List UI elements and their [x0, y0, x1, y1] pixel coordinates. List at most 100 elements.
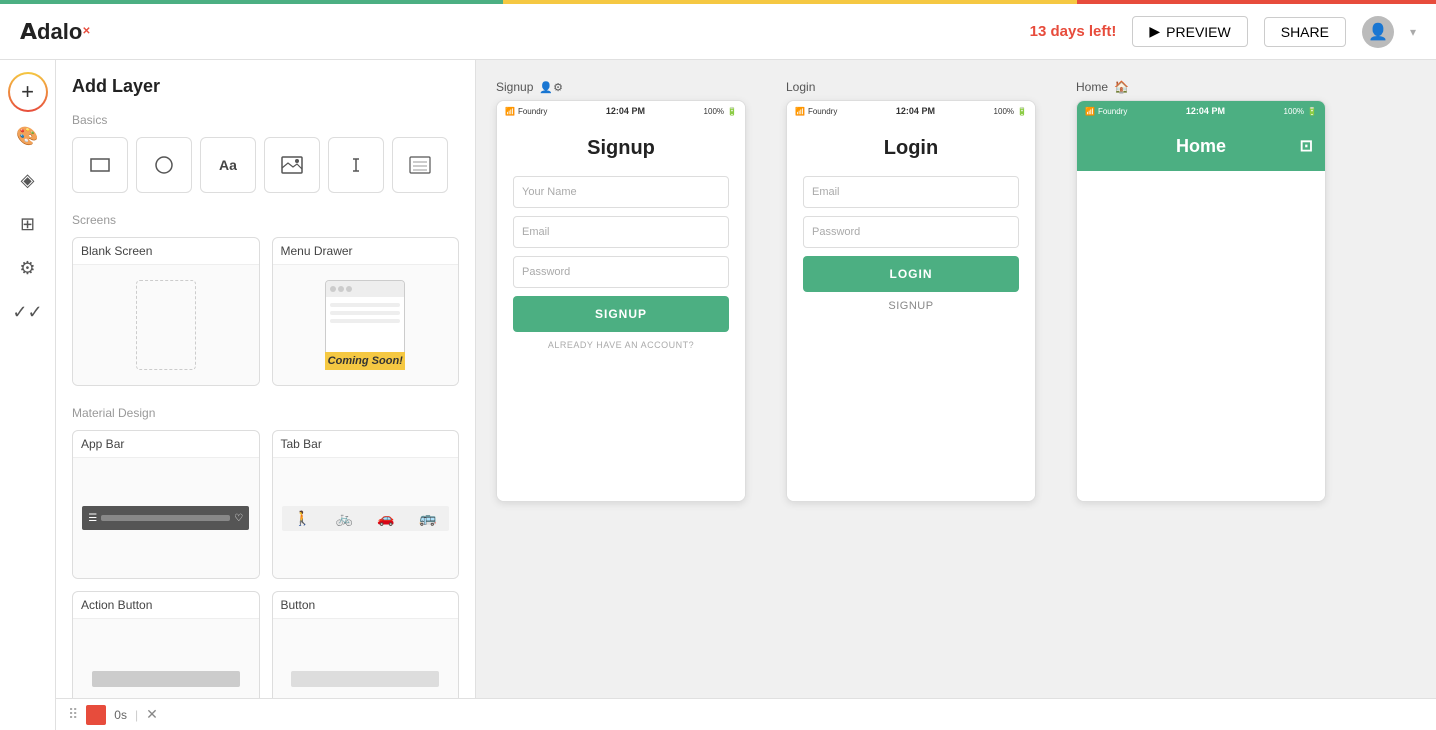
- status-right: 100% 🔋: [994, 107, 1027, 116]
- home-screen-label: Home: [1076, 80, 1108, 94]
- signup-title: Signup: [513, 137, 729, 160]
- input-tool[interactable]: [328, 137, 384, 193]
- email-field-login[interactable]: Email: [803, 176, 1019, 208]
- status-time: 12:04 PM: [1186, 106, 1225, 116]
- action-button-label: Action Button: [73, 592, 259, 619]
- battery-pct: 100%: [994, 107, 1014, 116]
- app-bar-title-placeholder: [101, 515, 230, 521]
- text-icon: Aa: [219, 157, 237, 173]
- app-bar-label: App Bar: [73, 431, 259, 458]
- menu-drawer-header: [326, 281, 404, 297]
- screens-grid: Blank Screen Menu Drawer: [72, 237, 459, 386]
- your-name-field[interactable]: Your Name: [513, 176, 729, 208]
- signup-screen-label: Signup: [496, 80, 533, 94]
- blank-screen-label: Blank Screen: [73, 238, 259, 265]
- preview-button[interactable]: ▶ PREVIEW: [1132, 16, 1247, 47]
- settings-button[interactable]: ⚙: [8, 248, 48, 288]
- drawer-dot: [338, 286, 344, 292]
- avatar-icon: 👤: [1368, 22, 1388, 42]
- list-icon: [409, 156, 431, 174]
- login-phone-frame: 📶 Foundry 12:04 PM 100% 🔋 Login Email Pa…: [786, 100, 1036, 502]
- hamburger-icon: ☰: [88, 513, 97, 524]
- avatar[interactable]: 👤: [1362, 16, 1394, 48]
- app-bar-card[interactable]: App Bar ☰ ♡: [72, 430, 260, 579]
- add-layer-button[interactable]: +: [8, 72, 48, 112]
- app-bar-preview: ☰ ♡: [82, 506, 249, 530]
- image-tool[interactable]: [264, 137, 320, 193]
- list-tool[interactable]: [392, 137, 448, 193]
- text-tool[interactable]: Aa: [200, 137, 256, 193]
- image-icon: [281, 156, 303, 174]
- drawer-dot: [330, 286, 336, 292]
- home-status-bar: 📶 Foundry 12:04 PM 100% 🔋: [1077, 101, 1325, 121]
- bottom-bar: ⠿ 0s | ✕: [56, 698, 1436, 730]
- walk-icon: 🚶: [294, 510, 311, 527]
- battery-icon: 🔋: [1017, 107, 1027, 116]
- blank-screen-card[interactable]: Blank Screen: [72, 237, 260, 386]
- screens-row: Signup 👤⚙ 📶 Foundry 12:04 PM 100% 🔋: [496, 80, 1416, 522]
- separator: |: [135, 708, 138, 722]
- canvas[interactable]: Signup 👤⚙ 📶 Foundry 12:04 PM 100% 🔋: [476, 60, 1436, 730]
- signup-link[interactable]: SIGNUP: [803, 300, 1019, 312]
- palette-button[interactable]: 🎨: [8, 116, 48, 156]
- signup-button[interactable]: SIGNUP: [513, 296, 729, 332]
- record-button[interactable]: [86, 705, 106, 725]
- share-button[interactable]: SHARE: [1264, 17, 1346, 47]
- carrier-name: Foundry: [518, 107, 547, 116]
- login-button[interactable]: LOGIN: [803, 256, 1019, 292]
- password-field-signup[interactable]: Password: [513, 256, 729, 288]
- battery-icon: 🔋: [1307, 107, 1317, 116]
- tab-bar-label: Tab Bar: [273, 431, 459, 458]
- grid-button[interactable]: ⊞: [8, 204, 48, 244]
- panel-title: Add Layer: [72, 76, 459, 97]
- button-placeholder: [291, 671, 439, 687]
- progress-red: [1077, 0, 1436, 4]
- icon-bar: + 🎨 ◈ ⊞ ⚙ ✓✓: [0, 60, 56, 730]
- ellipse-tool[interactable]: [136, 137, 192, 193]
- user-icon: 👤⚙: [539, 81, 563, 94]
- header: 𝗔dalo✕ 13 days left! ▶ PREVIEW SHARE 👤 ▾: [0, 4, 1436, 60]
- basics-label: Basics: [72, 113, 459, 127]
- status-right: 100% 🔋: [1284, 107, 1317, 116]
- home-icon: 🏠: [1114, 80, 1129, 94]
- input-icon: [346, 155, 366, 175]
- carrier-name: Foundry: [1098, 107, 1127, 116]
- menu-drawer-card[interactable]: Menu Drawer: [272, 237, 460, 386]
- check-button[interactable]: ✓✓: [8, 292, 48, 332]
- drawer-line: [330, 311, 400, 315]
- login-title: Login: [803, 137, 1019, 160]
- rectangle-icon: [89, 157, 111, 173]
- status-left: 📶 Foundry: [795, 107, 837, 116]
- tab-bar-card[interactable]: Tab Bar 🚶 🚲 🚗 🚌: [272, 430, 460, 579]
- logo-text: 𝗔dalo: [20, 19, 82, 45]
- action-button-placeholder: [92, 671, 240, 687]
- status-time: 12:04 PM: [896, 106, 935, 116]
- chevron-down-icon: ▾: [1410, 25, 1416, 39]
- password-field-login[interactable]: Password: [803, 216, 1019, 248]
- home-content: Home ⊡: [1077, 121, 1325, 501]
- preview-label: PREVIEW: [1166, 24, 1231, 40]
- already-account-link[interactable]: ALREADY HAVE AN ACCOUNT?: [513, 340, 729, 350]
- layers-button[interactable]: ◈: [8, 160, 48, 200]
- home-header: Home ⊡: [1077, 121, 1325, 171]
- play-icon: ▶: [1149, 23, 1160, 40]
- app-bar-preview-area: ☰ ♡: [73, 458, 259, 578]
- signal-icon: 📶: [505, 107, 515, 116]
- signup-phone-frame: 📶 Foundry 12:04 PM 100% 🔋 Signup Your Na…: [496, 100, 746, 502]
- close-button[interactable]: ✕: [146, 706, 158, 723]
- menu-drawer-preview: Coming Soon!: [273, 265, 459, 385]
- share-label: SHARE: [1281, 24, 1329, 40]
- login-screen-wrapper: Login 📶 Foundry 12:04 PM 100% 🔋: [786, 80, 1036, 502]
- battery-icon: 🔋: [727, 107, 737, 116]
- coming-soon-badge: Coming Soon!: [325, 352, 405, 370]
- days-left: 13 days left!: [1030, 23, 1117, 40]
- rectangle-tool[interactable]: [72, 137, 128, 193]
- material-label: Material Design: [72, 406, 459, 420]
- signal-icon: 📶: [795, 107, 805, 116]
- status-left: 📶 Foundry: [1085, 107, 1127, 116]
- tab-bar-preview: 🚶 🚲 🚗 🚌: [282, 506, 449, 531]
- email-field-signup[interactable]: Email: [513, 216, 729, 248]
- header-right: 13 days left! ▶ PREVIEW SHARE 👤 ▾: [1030, 16, 1416, 48]
- signal-icon: 📶: [1085, 107, 1095, 116]
- progress-bar: [0, 0, 1436, 4]
